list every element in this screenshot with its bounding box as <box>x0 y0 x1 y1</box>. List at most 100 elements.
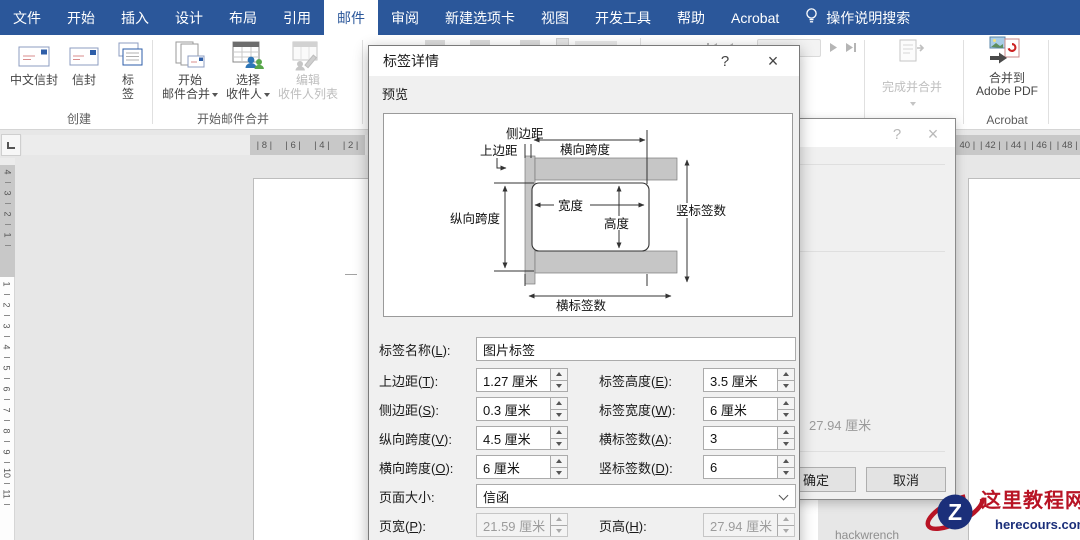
ribbon-tab-10[interactable]: 开发工具 <box>582 0 664 35</box>
ribbon-tab-7[interactable]: 审阅 <box>378 0 432 35</box>
spinner[interactable] <box>777 456 794 478</box>
ruler-tick <box>4 420 10 421</box>
ribbon-tab-4[interactable]: 布局 <box>216 0 270 35</box>
label-width-input[interactable]: 6 厘米 <box>703 397 795 421</box>
spin-down-icon[interactable] <box>551 409 567 420</box>
spin-up-icon[interactable] <box>778 427 794 439</box>
ribbon-group-acrobat: 合并到 Adobe PDF Acrobat <box>966 35 1048 130</box>
spin-up-icon[interactable] <box>778 369 794 381</box>
horizontal-pitch-label: 横向跨度(O): <box>379 460 454 476</box>
labels-button[interactable]: 标 签 <box>106 35 150 113</box>
label-height-label: 标签高度(E): <box>599 373 672 389</box>
spinner[interactable] <box>550 369 567 391</box>
start-mail-merge-button[interactable]: 开始 邮件合并 <box>158 35 222 113</box>
start-mail-merge-line1: 开始 <box>178 73 203 87</box>
ruler-number: 8 <box>1 428 12 434</box>
diagram-side-margin-label: 侧边距 <box>506 127 544 141</box>
edit-recipient-list-icon <box>291 39 325 73</box>
label-height-input[interactable]: 3.5 厘米 <box>703 368 795 392</box>
lightbulb-icon <box>804 7 819 28</box>
top-margin-input[interactable]: 1.27 厘米 <box>476 368 568 392</box>
help-button[interactable]: ? <box>709 46 741 76</box>
ribbon-tab-6[interactable]: 邮件 <box>324 0 378 35</box>
spin-up-icon[interactable] <box>551 369 567 381</box>
page-height-input: 27.94 厘米 <box>703 513 795 537</box>
label-details-title-bar[interactable]: 标签详情 ? × <box>369 46 799 76</box>
ribbon-tab-0[interactable]: 文件 <box>0 0 54 35</box>
acrobat-group-label: Acrobat <box>986 113 1028 127</box>
horizontal-pitch-input[interactable]: 6 厘米 <box>476 455 568 479</box>
ruler-tick <box>4 203 11 204</box>
spin-up-icon[interactable] <box>551 456 567 468</box>
margin-crop-mark <box>345 274 357 275</box>
group-separator <box>864 40 865 124</box>
close-button[interactable]: × <box>917 119 949 149</box>
spin-down-icon[interactable] <box>551 380 567 391</box>
edit-recipient-list-button: 编辑 收件人列表 <box>274 35 342 113</box>
ribbon-tab-1[interactable]: 开始 <box>54 0 108 35</box>
chevron-down-icon <box>778 490 789 501</box>
spin-up-icon[interactable] <box>778 456 794 468</box>
ruler-number: 9 <box>1 449 12 455</box>
form-row-page-size: 页面大小: 信函 <box>379 484 796 508</box>
label-name-input[interactable]: 图片标签 <box>476 337 796 361</box>
spinner[interactable] <box>550 427 567 449</box>
spin-down-icon[interactable] <box>551 438 567 449</box>
ribbon-tab-3[interactable]: 设计 <box>162 0 216 35</box>
watermark-brand: 这里教程网 <box>981 490 1080 512</box>
vertical-pitch-input[interactable]: 4.5 厘米 <box>476 426 568 450</box>
page-width-label: 页宽(P): <box>379 518 426 534</box>
spin-down-icon[interactable] <box>778 438 794 449</box>
ruler-number: | 2 | <box>342 139 359 151</box>
page-size-combobox[interactable]: 信函 <box>476 484 796 508</box>
page-size-value: 信函 <box>483 489 510 505</box>
vertical-ruler[interactable]: 4 3 2 1 1 2 3 4 5 6 7 8 9 10 11 <box>0 158 15 540</box>
label-preview-box: 侧边距 上边距 横向跨度 纵向跨度 宽度 高度 竖标签数 横标签数 <box>383 113 793 317</box>
ribbon-tab-5[interactable]: 引用 <box>270 0 324 35</box>
ruler-number: 7 <box>1 407 12 413</box>
tell-me-search[interactable]: 操作说明搜索 <box>792 0 922 35</box>
watermark-texts: 这里教程网 herecours.com <box>981 484 1080 532</box>
across-count-input[interactable]: 3 <box>703 426 795 450</box>
ribbon-tab-9[interactable]: 视图 <box>528 0 582 35</box>
down-count-input[interactable]: 6 <box>703 455 795 479</box>
tab-stop-selector[interactable] <box>1 134 21 156</box>
spinner[interactable] <box>777 398 794 420</box>
merge-to-adobe-pdf-button[interactable]: 合并到 Adobe PDF <box>968 35 1046 98</box>
spin-up-icon[interactable] <box>551 398 567 410</box>
diagram-height-label: 高度 <box>604 216 630 231</box>
chinese-envelope-button[interactable]: 中文信封 <box>6 35 62 113</box>
dropdown-arrow-icon <box>910 101 916 106</box>
spinner[interactable] <box>777 369 794 391</box>
ruler-tick <box>4 462 10 463</box>
help-button[interactable]: ? <box>881 119 913 149</box>
ribbon-tab-11[interactable]: 帮助 <box>664 0 718 35</box>
form-row-4: 横向跨度(O): 6 厘米 竖标签数(D): 6 <box>379 455 795 479</box>
spin-down-icon[interactable] <box>778 467 794 478</box>
side-margin-input[interactable]: 0.3 厘米 <box>476 397 568 421</box>
left-tab-stop-icon <box>7 141 15 149</box>
envelope-icon <box>68 39 100 73</box>
diagram-width-label: 宽度 <box>558 198 584 213</box>
spinner[interactable] <box>777 427 794 449</box>
spin-down-icon[interactable] <box>551 467 567 478</box>
close-button[interactable]: × <box>757 46 789 76</box>
preview-group-label: 预览 <box>382 87 409 102</box>
diagram-top-margin-label: 上边距 <box>480 144 518 158</box>
select-recipients-button[interactable]: 选择 收件人 <box>222 35 274 113</box>
ruler-tick <box>4 441 10 442</box>
ribbon-tab-12[interactable]: Acrobat <box>718 0 792 35</box>
spin-down-icon[interactable] <box>778 380 794 391</box>
ribbon-tab-2[interactable]: 插入 <box>108 0 162 35</box>
label-details-dialog: 标签详情 ? × 预览 侧边距 上边距 横向跨度 纵向跨度 宽度 高度 竖标签数… <box>368 45 800 540</box>
diagram-h-count-label: 横标签数 <box>556 298 607 313</box>
envelope-button[interactable]: 信封 <box>62 35 106 113</box>
spin-down-icon[interactable] <box>778 409 794 420</box>
spinner[interactable] <box>550 398 567 420</box>
ribbon-tab-8[interactable]: 新建选项卡 <box>432 0 528 35</box>
spin-up-icon[interactable] <box>551 427 567 439</box>
spinner[interactable] <box>550 456 567 478</box>
label-width-label: 标签宽度(W): <box>599 402 676 418</box>
spin-up-icon[interactable] <box>778 398 794 410</box>
side-margin-label: 侧边距(S): <box>379 402 439 418</box>
